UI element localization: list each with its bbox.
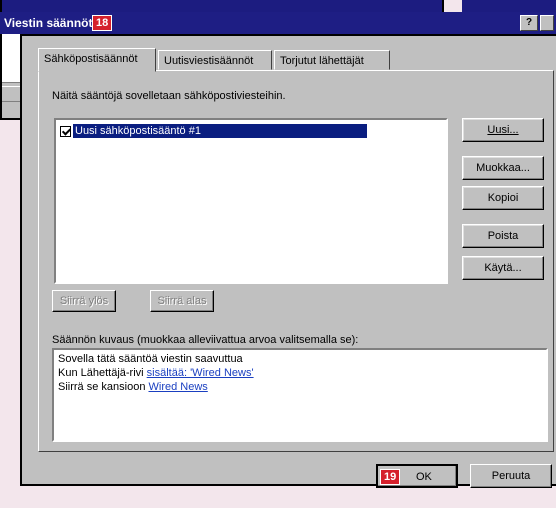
intro-text: Näitä sääntöjä sovelletaan sähköpostivie… <box>52 90 286 102</box>
rule-description-box: Sovella tätä sääntöä viestin saavuttua K… <box>52 348 548 442</box>
cancel-button[interactable]: Peruuta <box>470 464 552 488</box>
description-line-3: Siirrä se kansioon Wired News <box>58 380 542 394</box>
tab-news-rules[interactable]: Uutisviestisäännöt <box>158 50 272 70</box>
description-line-1: Sovella tätä sääntöä viestin saavuttua <box>58 353 243 365</box>
copy-rule-button-label: Kopioi <box>487 192 519 204</box>
dialog-title: Viestin säännöt <box>4 16 93 30</box>
description-line-2-text: Kun Lähettäjä-rivi <box>58 367 147 379</box>
remove-rule-button[interactable]: Poista <box>462 224 544 248</box>
target-folder-link[interactable]: Wired News <box>149 381 208 393</box>
move-up-button[interactable]: Siirrä ylös <box>52 290 116 312</box>
apply-rule-button-label: Käytä... <box>484 262 522 274</box>
remove-rule-button-label: Poista <box>487 230 519 242</box>
edit-rule-button[interactable]: Muokkaa... <box>462 156 544 180</box>
step-badge-19: 19 <box>380 469 401 485</box>
rule-description-label: Säännön kuvaus (muokkaa alleviivattua ar… <box>52 334 359 346</box>
edit-rule-button-label: Muokkaa... <box>476 162 530 174</box>
rule-enabled-checkbox[interactable] <box>60 125 71 137</box>
help-button[interactable]: ? <box>520 15 538 31</box>
new-rule-button[interactable]: Uusi... <box>462 118 544 142</box>
dialog-titlebar: Viestin säännöt 18 ? <box>0 12 556 34</box>
move-down-button[interactable]: Siirrä alas <box>150 290 214 312</box>
tab-email-rules[interactable]: Sähköpostisäännöt <box>38 48 156 72</box>
new-rule-button-label: Uusi... <box>487 124 519 136</box>
rules-list[interactable]: Uusi sähköpostisääntö #1 <box>54 118 448 284</box>
description-line-3-text: Siirrä se kansioon <box>58 381 149 393</box>
ok-button[interactable]: 19 OK <box>376 464 458 488</box>
description-line-2: Kun Lähettäjä-rivi sisältää: 'Wired News… <box>58 366 542 380</box>
list-item[interactable]: Uusi sähköpostisääntö #1 <box>60 124 367 138</box>
ok-button-label: OK <box>416 471 432 483</box>
step-badge-18: 18 <box>92 15 113 31</box>
copy-rule-button[interactable]: Kopioi <box>462 186 544 210</box>
rule-label[interactable]: Uusi sähköpostisääntö #1 <box>73 124 367 138</box>
sender-contains-link[interactable]: sisältää: 'Wired News' <box>147 367 254 379</box>
close-button[interactable] <box>540 15 554 31</box>
tab-blocked-senders[interactable]: Torjutut lähettäjät <box>274 50 390 70</box>
apply-rule-button[interactable]: Käytä... <box>462 256 544 280</box>
